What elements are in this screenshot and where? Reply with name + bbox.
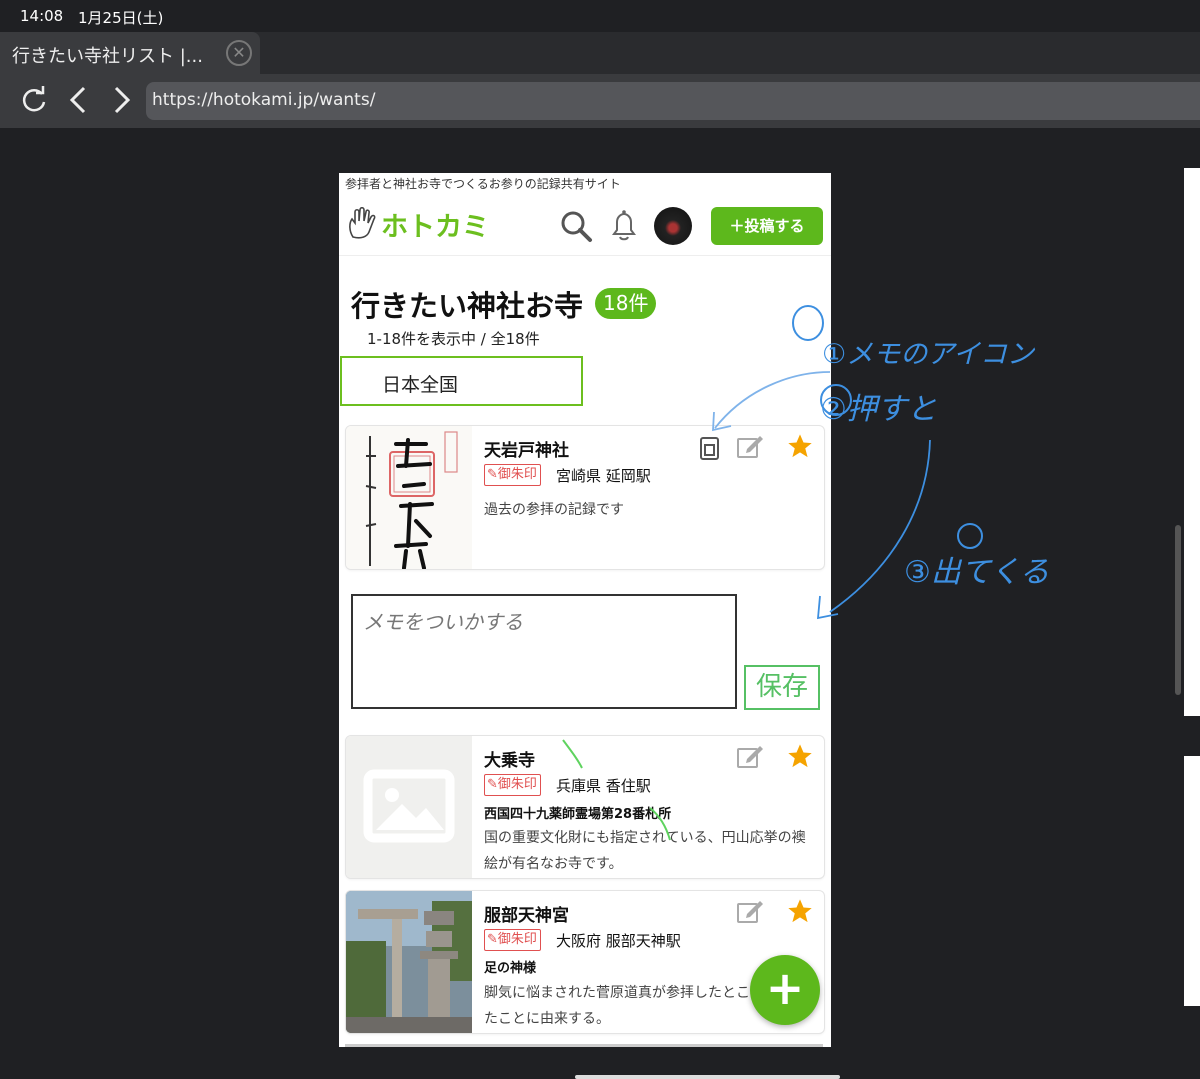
annotation-note-1: ①メモのアイコン xyxy=(822,339,1034,370)
annotation-ink xyxy=(562,305,983,841)
annotation-note-3: ③出てくる xyxy=(904,555,1050,590)
annotation-note-2: ②押すと xyxy=(820,392,937,427)
